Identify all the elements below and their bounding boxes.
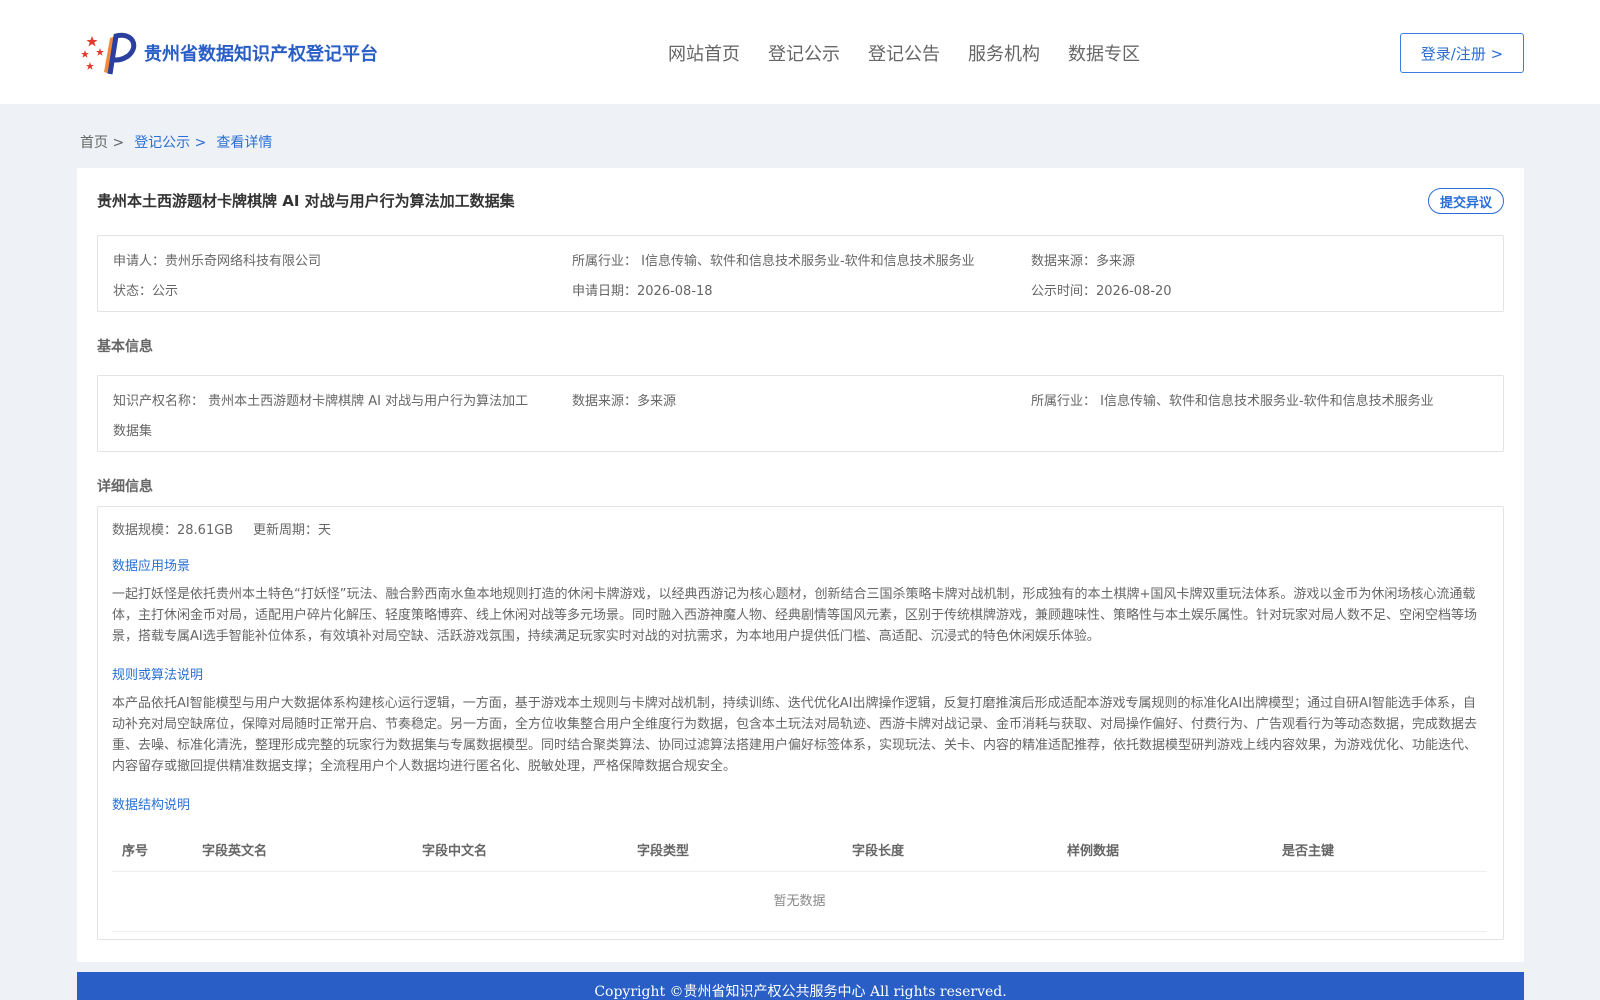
ip-name-line1: 知识产权名称： 贵州本土西游题材卡牌棋牌 AI 对战与用户行为算法加工	[113, 394, 529, 409]
algorithm-text: 本产品依托AI智能模型与用户大数据体系构建核心运行逻辑，一方面，基于游戏本土规则…	[112, 696, 1478, 774]
submit-objection-button[interactable]: 提交异议	[1428, 188, 1504, 214]
data-source: 数据来源：多来源	[1031, 254, 1136, 269]
apply-date: 申请日期：2026-08-18	[572, 284, 713, 299]
main-nav: 网站首页 登记公示 登记公告 服务机构 数据专区	[668, 40, 1168, 66]
site-name: 贵州省数据知识产权登记平台	[144, 44, 378, 65]
scenario-text: 一起打妖怪是依托贵州本土特色“打妖怪”玩法、融合黔西南水鱼本地规则打造的休闲卡牌…	[112, 587, 1478, 644]
structure-title: 数据结构说明	[112, 798, 191, 813]
industry: 所属行业： I信息传输、软件和信息技术服务业-软件和信息技术服务业	[572, 254, 975, 269]
summary-box: 申请人：贵州乐奇网络科技有限公司 所属行业： I信息传输、软件和信息技术服务业-…	[97, 235, 1504, 312]
breadcrumb-current: 查看详情	[216, 135, 273, 151]
table-header-row: 序号 字段英文名 字段中文名 字段类型 字段长度 样例数据 是否主键	[112, 826, 1487, 872]
status: 状态：公示	[113, 284, 179, 299]
site-footer: Copyright ©贵州省知识产权公共服务中心 All rights rese…	[77, 972, 1524, 1000]
th-index: 序号	[122, 844, 149, 859]
nav-service-agencies[interactable]: 服务机构	[968, 40, 1040, 66]
logo-icon	[81, 32, 137, 75]
applicant: 申请人：贵州乐奇网络科技有限公司	[113, 254, 322, 269]
detail-info-title: 详细信息	[97, 479, 153, 495]
th-field-cn: 字段中文名	[422, 844, 488, 859]
scenario-title: 数据应用场景	[112, 559, 191, 574]
data-scale: 数据规模：28.61GB	[112, 523, 234, 538]
th-field-type: 字段类型	[637, 844, 690, 859]
nav-home[interactable]: 网站首页	[668, 40, 740, 66]
copyright: Copyright ©贵州省知识产权公共服务中心 All rights rese…	[594, 984, 1007, 1000]
nav-registration-public[interactable]: 登记公示	[768, 40, 840, 66]
site-logo[interactable]: 贵州省数据知识产权登记平台	[80, 28, 378, 78]
th-field-en: 字段英文名	[202, 844, 268, 859]
login-register-button[interactable]: 登录/注册 >	[1400, 33, 1524, 73]
breadcrumb: 首页 > 登记公示 > 查看详情	[80, 132, 282, 152]
page-title: 贵州本土西游题材卡牌棋牌 AI 对战与用户行为算法加工数据集	[97, 192, 515, 210]
algorithm-title: 规则或算法说明	[112, 668, 204, 683]
nav-data-zone[interactable]: 数据专区	[1068, 40, 1140, 66]
basic-data-source: 数据来源：多来源	[572, 394, 677, 409]
site-header: 贵州省数据知识产权登记平台 网站首页 登记公示 登记公告 服务机构 数据专区 登…	[0, 0, 1600, 104]
th-primary-key: 是否主键	[1282, 844, 1335, 859]
basic-info-title: 基本信息	[97, 339, 153, 355]
basic-industry: 所属行业： I信息传输、软件和信息技术服务业-软件和信息技术服务业	[1031, 394, 1434, 409]
breadcrumb-home[interactable]: 首页 >	[80, 132, 124, 152]
table-empty: 暂无数据	[112, 872, 1487, 932]
detail-panel: 贵州本土西游题材卡牌棋牌 AI 对战与用户行为算法加工数据集 提交异议 申请人：…	[77, 168, 1524, 962]
update-cycle: 更新周期：天	[253, 523, 332, 538]
ip-name-line2: 数据集	[113, 424, 153, 439]
breadcrumb-parent[interactable]: 登记公示 >	[134, 132, 206, 152]
th-field-length: 字段长度	[852, 844, 905, 859]
publish-date: 公示时间：2026-08-20	[1031, 284, 1172, 299]
th-sample: 样例数据	[1067, 844, 1120, 859]
nav-registration-notice[interactable]: 登记公告	[868, 40, 940, 66]
basic-info-box: 知识产权名称： 贵州本土西游题材卡牌棋牌 AI 对战与用户行为算法加工 数据集 …	[97, 375, 1504, 452]
